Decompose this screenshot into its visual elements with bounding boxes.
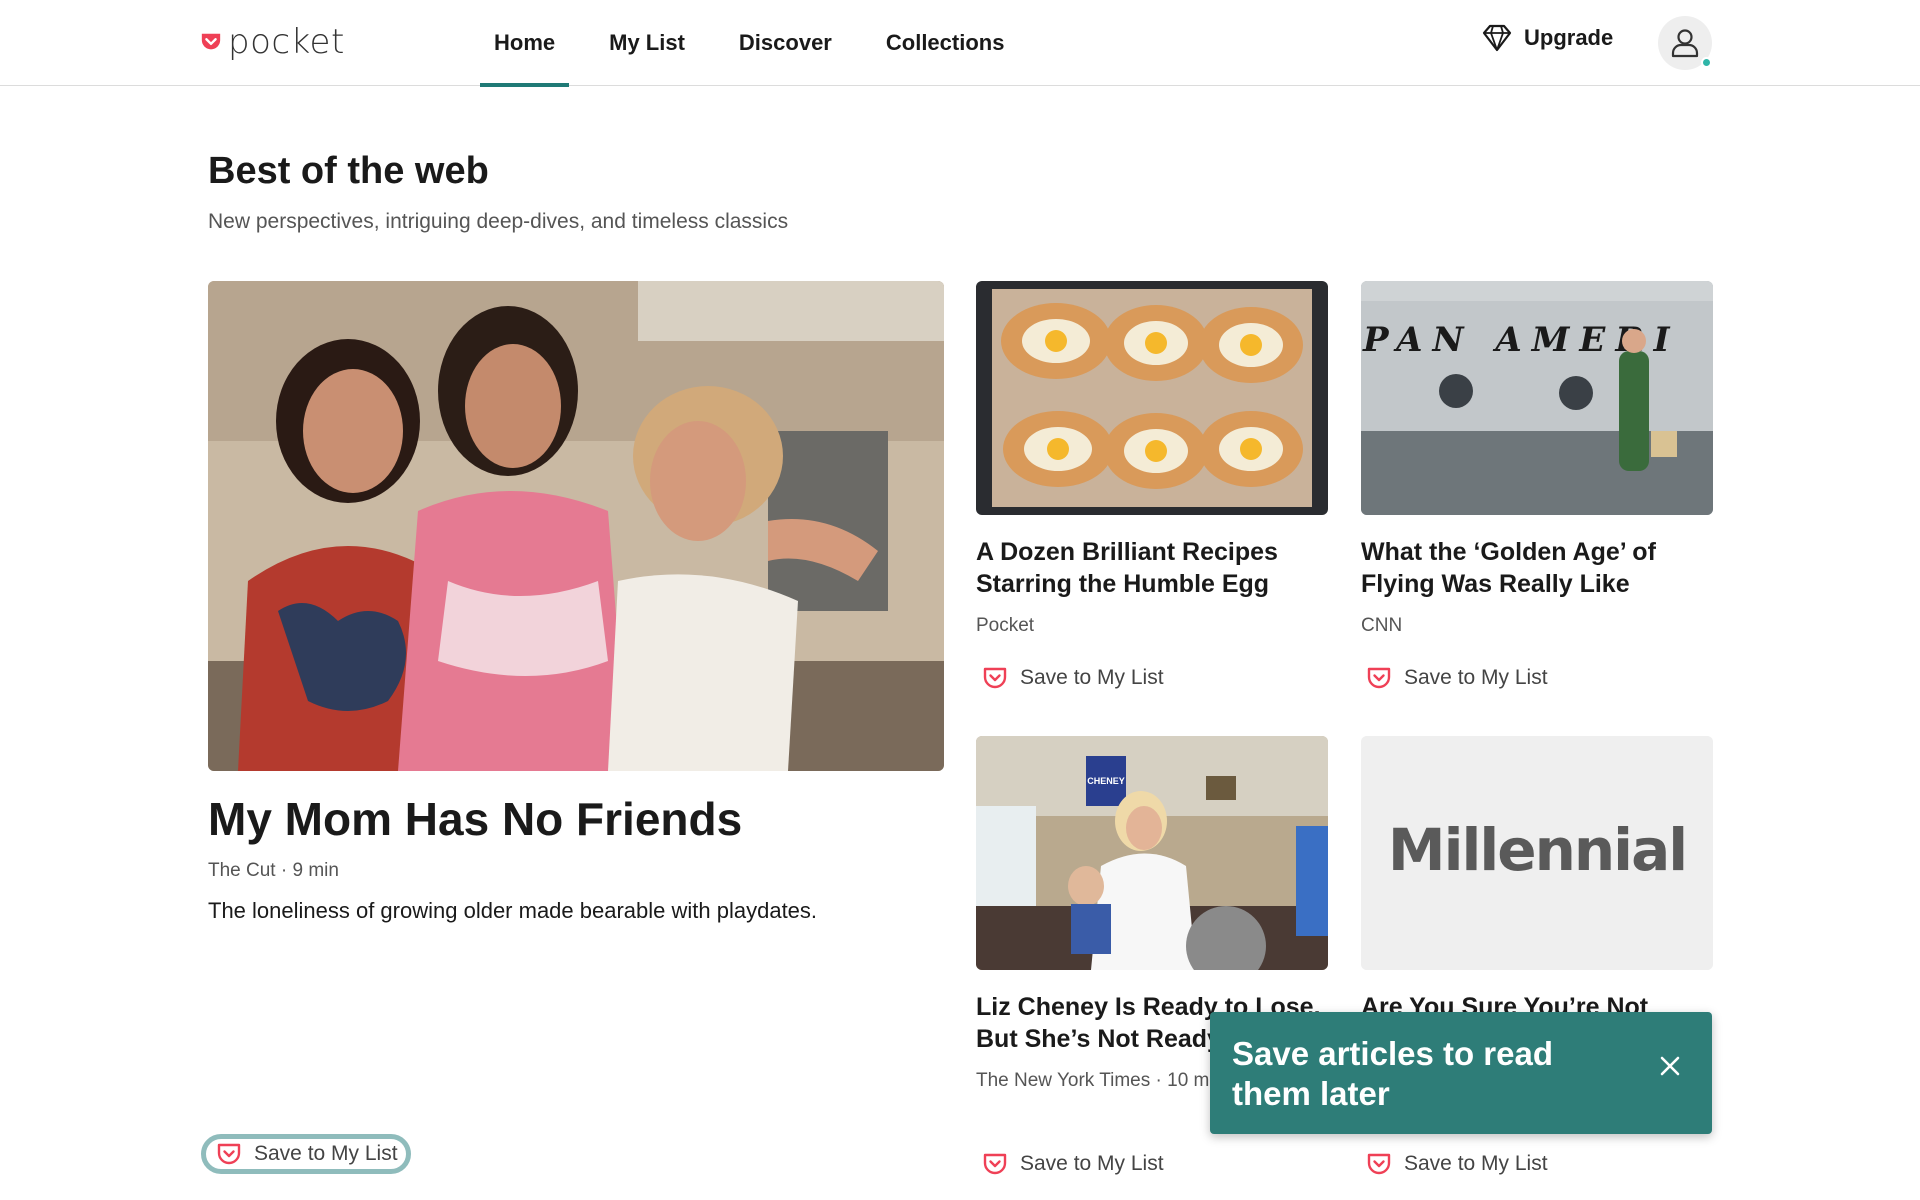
hero-article-meta: The Cut · 9 min — [208, 860, 339, 881]
hero-article-image[interactable] — [208, 281, 944, 771]
card-1-source: Pocket — [976, 615, 1035, 636]
top-nav-bar: pocket Home My List Discover Collections… — [0, 0, 1920, 87]
pocket-save-icon — [1367, 667, 1391, 689]
card-4-image[interactable]: Millennial — [1361, 736, 1713, 970]
section-title: Best of the web — [208, 150, 489, 192]
nav-home[interactable]: Home — [480, 0, 570, 87]
section-subtitle: New perspectives, intriguing deep-dives,… — [208, 210, 789, 233]
card-2-save-button[interactable]: Save to My List — [1358, 660, 1556, 696]
main-nav: Home My List Discover Collections — [480, 0, 1044, 87]
diamond-icon — [1482, 24, 1512, 52]
save-label: Save to My List — [1020, 666, 1164, 689]
three-women-photo — [208, 281, 944, 771]
card-1-save-button[interactable]: Save to My List — [974, 660, 1172, 696]
pocket-logo[interactable]: pocket — [200, 22, 345, 62]
campaign-event-photo: CHENEY — [976, 736, 1328, 970]
nav-collections[interactable]: Collections — [872, 0, 1019, 86]
save-articles-toast: Save articles to read them later — [1210, 1012, 1712, 1134]
save-label: Save to My List — [1404, 666, 1548, 689]
account-avatar-button[interactable] — [1658, 16, 1712, 70]
pocket-save-icon — [1367, 1153, 1391, 1175]
sign-text: CHENEY — [1087, 776, 1125, 786]
pocket-save-icon — [217, 1143, 241, 1165]
save-label: Save to My List — [254, 1142, 398, 1165]
card-2-source: CNN — [1361, 615, 1403, 636]
card-3-save-button[interactable]: Save to My List — [974, 1146, 1172, 1182]
pocket-save-icon — [983, 667, 1007, 689]
card-3-image[interactable]: CHENEY — [976, 736, 1328, 970]
card-2-title[interactable]: What the ‘Golden Age’ of Flying Was Real… — [1361, 536, 1713, 600]
hero-save-button[interactable]: Save to My List — [201, 1134, 411, 1174]
pan-am-plane-photo: PAN AMERI — [1361, 281, 1713, 515]
card-2-image[interactable]: PAN AMERI — [1361, 281, 1713, 515]
pocket-logo-icon — [201, 33, 221, 50]
card-3-source: The New York Times · 10 m — [976, 1070, 1210, 1091]
card-1-image[interactable] — [976, 281, 1328, 515]
card-4-save-button[interactable]: Save to My List — [1358, 1146, 1556, 1182]
user-icon — [1671, 29, 1699, 58]
nav-my-list[interactable]: My List — [595, 0, 699, 86]
pocket-logo-text: pocket — [228, 22, 345, 62]
millennial-logo-image: Millennial — [1361, 736, 1713, 970]
nav-discover[interactable]: Discover — [725, 0, 846, 86]
notification-dot — [1701, 57, 1712, 68]
hero-article-title[interactable]: My Mom Has No Friends — [208, 792, 742, 846]
millennial-wordmark: Millennial — [1388, 816, 1686, 884]
hero-article-excerpt: The loneliness of growing older made bea… — [208, 898, 818, 923]
save-label: Save to My List — [1020, 1152, 1164, 1175]
egg-bread-photo — [976, 281, 1328, 515]
card-1-title[interactable]: A Dozen Brilliant Recipes Starring the H… — [976, 536, 1328, 600]
toast-message: Save articles to read them later — [1232, 1035, 1554, 1112]
save-label: Save to My List — [1404, 1152, 1548, 1175]
pocket-save-icon — [983, 1153, 1007, 1175]
close-icon[interactable] — [1658, 1054, 1682, 1078]
upgrade-button[interactable]: Upgrade — [1482, 24, 1613, 52]
upgrade-label: Upgrade — [1524, 25, 1614, 50]
